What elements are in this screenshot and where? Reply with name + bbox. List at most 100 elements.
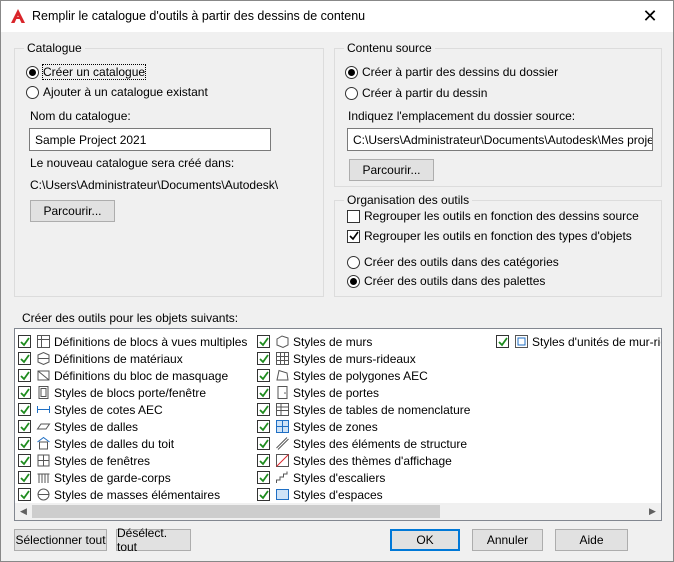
object-type-label: Styles de portes [293, 385, 380, 400]
object-type-label: Styles de blocs porte/fenêtre [54, 385, 207, 400]
source-browse-button[interactable]: Parcourir... [349, 159, 434, 181]
radio-button[interactable] [347, 255, 360, 269]
object-type-item[interactable]: Définitions de blocs à vues multiples [18, 333, 247, 350]
help-button[interactable]: Aide [555, 529, 628, 551]
object-type-label: Styles de polygones AEC [293, 368, 428, 383]
schedule-table-icon [274, 402, 290, 418]
checkbox-checked[interactable] [18, 335, 31, 348]
scroll-right-arrow-icon[interactable]: ▶ [644, 503, 661, 520]
checkbox-checked[interactable] [257, 335, 270, 348]
checkbox-checked[interactable] [257, 386, 270, 399]
mass-element-icon [35, 487, 51, 503]
source-drawing-radio[interactable]: Créer à partir du dessin [345, 86, 487, 100]
object-type-item[interactable]: Styles de dalles [18, 418, 247, 435]
object-type-item[interactable]: Définitions de matériaux [18, 350, 247, 367]
cancel-button[interactable]: Annuler [472, 529, 543, 551]
object-list-column-2: Styles de murs Styles de murs-rideaux Styl… [257, 333, 470, 503]
object-type-item[interactable]: Styles de masses élémentaires [18, 486, 247, 503]
wall-icon [274, 334, 290, 350]
object-type-item[interactable]: Styles de tables de nomenclature [257, 401, 470, 418]
object-type-item[interactable]: Styles de fenêtres [18, 452, 247, 469]
checkbox-checked[interactable] [257, 352, 270, 365]
horizontal-scrollbar[interactable]: ◀ ▶ [15, 503, 661, 520]
object-type-item[interactable]: Styles de murs [257, 333, 470, 350]
object-type-item[interactable]: Définitions du bloc de masquage [18, 367, 247, 384]
tools-in-palettes-radio[interactable]: Créer des outils dans des palettes [347, 274, 545, 288]
checkbox-checked[interactable] [496, 335, 509, 348]
checkbox-checked[interactable] [18, 403, 31, 416]
object-type-label: Styles de garde-corps [54, 470, 171, 485]
checkbox-checked[interactable] [257, 471, 270, 484]
polygon-icon [274, 368, 290, 384]
checkbox-checked[interactable] [18, 471, 31, 484]
checkbox-unchecked[interactable] [347, 209, 360, 223]
material-icon [35, 351, 51, 367]
window-icon [35, 453, 51, 469]
object-type-item[interactable]: Styles des éléments de structure [257, 435, 470, 452]
scrollbar-thumb[interactable] [32, 505, 440, 518]
object-type-label: Styles de cotes AEC [54, 402, 163, 417]
close-button[interactable]: ✕ [627, 1, 673, 32]
dialog-window: Remplir le catalogue d'outils à partir d… [0, 0, 674, 562]
add-existing-catalogue-radio[interactable]: Ajouter à un catalogue existant [26, 85, 208, 99]
object-type-item[interactable]: Styles de cotes AEC [18, 401, 247, 418]
checkbox-checked[interactable] [18, 369, 31, 382]
object-type-label: Styles de zones [293, 419, 378, 434]
checkbox-checked[interactable] [18, 454, 31, 467]
source-group-label: Contenu source [344, 41, 435, 55]
structural-member-icon [274, 436, 290, 452]
object-type-item[interactable]: Styles de zones [257, 418, 470, 435]
checkbox-checked[interactable] [18, 437, 31, 450]
checkbox-checked[interactable] [18, 386, 31, 399]
object-type-item[interactable]: Styles de portes [257, 384, 470, 401]
checkbox-checked[interactable] [257, 420, 270, 433]
display-theme-icon [274, 453, 290, 469]
object-type-item[interactable]: Styles de dalles du toit [18, 435, 247, 452]
checkbox-checked[interactable] [257, 403, 270, 416]
source-folder-radio[interactable]: Créer à partir des dessins du dossier [345, 65, 558, 79]
object-type-label: Définitions du bloc de masquage [54, 368, 229, 383]
catalogue-name-input[interactable]: Sample Project 2021 [29, 128, 271, 151]
checkbox-checked[interactable] [257, 488, 270, 501]
source-location-input[interactable]: C:\Users\Administrateur\Documents\Autode… [347, 128, 653, 151]
checkbox-checked[interactable] [347, 229, 360, 243]
select-all-button[interactable]: Sélectionner tout [14, 529, 107, 551]
radio-button-selected[interactable] [345, 65, 358, 79]
title-bar[interactable]: Remplir le catalogue d'outils à partir d… [1, 1, 673, 32]
object-type-item[interactable]: Styles de murs-rideaux [257, 350, 470, 367]
deselect-all-button[interactable]: Désélect. tout [116, 526, 191, 554]
object-types-list[interactable]: Définitions de blocs à vues multiples Déf… [14, 328, 662, 521]
group-by-type-checkbox[interactable]: Regrouper les outils en fonction des typ… [347, 229, 632, 243]
object-type-label: Styles de dalles [54, 419, 139, 434]
object-type-item[interactable]: Styles d'escaliers [257, 469, 470, 486]
group-by-drawing-checkbox[interactable]: Regrouper les outils en fonction des des… [347, 209, 639, 223]
curtain-wall-icon [274, 351, 290, 367]
object-type-item[interactable]: Styles de garde-corps [18, 469, 247, 486]
checkbox-checked[interactable] [18, 420, 31, 433]
object-type-item[interactable]: Styles de polygones AEC [257, 367, 470, 384]
catalogue-browse-button[interactable]: Parcourir... [30, 200, 115, 222]
radio-button-selected[interactable] [26, 65, 39, 79]
object-list-column-1: Définitions de blocs à vues multiples Déf… [18, 333, 247, 503]
checkbox-checked[interactable] [257, 437, 270, 450]
object-type-item[interactable]: Styles des thèmes d'affichage [257, 452, 470, 469]
radio-button[interactable] [345, 86, 358, 100]
radio-button[interactable] [26, 85, 39, 99]
radio-button-selected[interactable] [347, 274, 360, 288]
object-type-item[interactable]: Styles de blocs porte/fenêtre [18, 384, 247, 401]
object-type-label: Définitions de blocs à vues multiples [54, 334, 248, 349]
curtain-wall-unit-icon [513, 334, 529, 350]
scroll-left-arrow-icon[interactable]: ◀ [15, 503, 32, 520]
tools-in-categories-radio[interactable]: Créer des outils dans des catégories [347, 255, 559, 269]
object-type-item[interactable]: Styles d'espaces [257, 486, 470, 503]
group-by-drawing-label: Regrouper les outils en fonction des des… [364, 209, 639, 223]
ok-button[interactable]: OK [390, 529, 460, 551]
checkbox-checked[interactable] [18, 488, 31, 501]
checkbox-checked[interactable] [257, 454, 270, 467]
create-catalogue-radio[interactable]: Créer un catalogue [26, 64, 147, 80]
object-type-label: Styles de dalles du toit [54, 436, 175, 451]
checkbox-checked[interactable] [18, 352, 31, 365]
window-title: Remplir le catalogue d'outils à partir d… [32, 9, 366, 23]
checkbox-checked[interactable] [257, 369, 270, 382]
object-type-item[interactable]: Styles d'unités de mur-rideau [496, 333, 661, 350]
